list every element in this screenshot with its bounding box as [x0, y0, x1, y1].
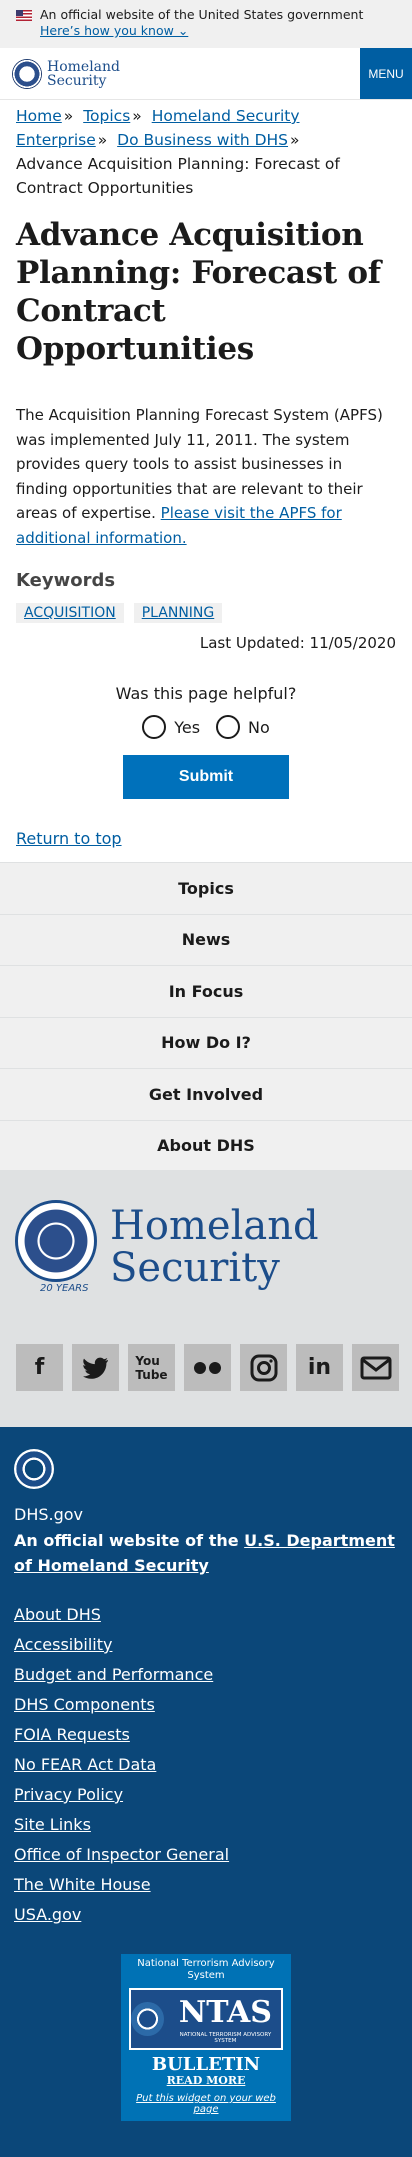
official-statement: An official website of the U.S. Departme… — [14, 1528, 398, 1578]
footer-link-about-dhs[interactable]: About DHS — [14, 1600, 398, 1630]
official-prefix: An official website of the — [14, 1531, 245, 1550]
dhs-logo-link[interactable]: Homeland Security — [0, 48, 120, 99]
ntas-widget[interactable]: National Terrorism Advisory System NTAS … — [121, 1954, 291, 2121]
yes-radio[interactable] — [142, 715, 167, 739]
keywords-heading: Keywords — [16, 570, 116, 591]
brand-logo-text[interactable]: Homeland Security — [110, 1205, 319, 1289]
footer-link-privacy[interactable]: Privacy Policy — [14, 1780, 398, 1810]
footer-nav-in-focus[interactable]: In Focus — [0, 965, 412, 1017]
no-radio[interactable] — [216, 715, 241, 739]
submit-button[interactable]: Submit — [123, 755, 289, 799]
footer-nav-news[interactable]: News — [0, 913, 412, 966]
footer-link-accessibility[interactable]: Accessibility — [14, 1630, 398, 1660]
instagram-icon[interactable] — [240, 1344, 287, 1391]
keyword-acquisition[interactable]: ACQUISITION — [16, 603, 124, 623]
twitter-icon[interactable] — [72, 1344, 119, 1391]
footer-links: About DHS Accessibility Budget and Perfo… — [14, 1600, 398, 1930]
logo-line2: Security — [47, 72, 107, 89]
yes-choice[interactable]: Yes — [142, 715, 200, 739]
footer-link-oig[interactable]: Office of Inspector General — [14, 1840, 398, 1870]
feedback-question: Was this page helpful? — [115, 684, 297, 703]
footer-nav-how-do-i[interactable]: How Do I? — [0, 1016, 412, 1069]
logo-line1: Homeland — [47, 58, 121, 75]
return-to-top-link[interactable]: Return to top — [16, 829, 122, 848]
breadcrumb-separator: » — [290, 131, 300, 149]
keywords-list: ACQUISITION PLANNING — [0, 591, 412, 623]
brand-line2: Security — [110, 1245, 280, 1291]
logo-text: Homeland Security — [47, 60, 120, 88]
ntas-subtitle: NATIONAL TERRORISM ADVISORY SYSTEM — [179, 2031, 272, 2044]
brand-line1: Homeland — [110, 1203, 319, 1249]
brand-band: 20 YEARS Homeland Security f You Tube in — [0, 1171, 412, 1427]
ntas-logo: NTAS NATIONAL TERRORISM ADVISORY SYSTEM — [129, 1988, 283, 2050]
return-to-top: Return to top — [0, 799, 412, 848]
footer-link-usa-gov[interactable]: USA.gov — [14, 1900, 398, 1930]
facebook-icon[interactable]: f — [16, 1344, 63, 1391]
no-choice[interactable]: No — [216, 715, 270, 739]
keyword-planning[interactable]: PLANNING — [133, 603, 223, 623]
dhs-seal-footer-icon — [14, 1449, 54, 1489]
footer-blue: DHS.gov An official website of the U.S. … — [0, 1427, 412, 2157]
us-flag-icon — [16, 9, 32, 21]
menu-button[interactable]: MENU — [360, 48, 412, 99]
footer-link-no-fear[interactable]: No FEAR Act Data — [14, 1750, 398, 1780]
breadcrumb-separator: » — [132, 107, 142, 125]
footer-nav-topics[interactable]: Topics — [0, 862, 412, 914]
ntas-brand: NTAS — [178, 1994, 272, 2030]
social-links: f You Tube in — [16, 1344, 399, 1391]
ntas-seal-icon — [131, 2002, 164, 2036]
breadcrumb-separator: » — [63, 107, 74, 125]
dhs-gov-text: DHS.gov — [14, 1505, 84, 1524]
yes-label: Yes — [174, 717, 201, 737]
email-icon[interactable] — [352, 1344, 399, 1391]
breadcrumb-home[interactable]: Home — [16, 107, 62, 125]
last-updated: Last Updated: 11/05/2020 — [199, 634, 396, 652]
ntas-bulletin: BULLETIN — [151, 2054, 261, 2075]
no-label: No — [248, 717, 270, 737]
linkedin-icon[interactable]: in — [296, 1344, 343, 1391]
page-body: The Acquisition Planning Forecast System… — [0, 368, 412, 550]
official-site-text: An official website of the United States… — [40, 7, 364, 22]
footer-link-foia[interactable]: FOIA Requests — [14, 1720, 398, 1750]
seal-years-text: 20 YEARS — [40, 1283, 89, 1294]
flickr-icon[interactable] — [184, 1344, 231, 1391]
breadcrumb-current: Advance Acquisition Planning: Forecast o… — [16, 155, 340, 197]
footer-link-components[interactable]: DHS Components — [14, 1690, 398, 1720]
heres-how-you-know-link[interactable]: Here’s how you know ⌄ — [40, 23, 396, 39]
footer-nav-get-involved[interactable]: Get Involved — [0, 1068, 412, 1120]
ntas-read-more[interactable]: READ MORE — [125, 2074, 287, 2087]
page-title: Advance Acquisition Planning: Forecast o… — [16, 217, 381, 367]
footer-link-site-links[interactable]: Site Links — [14, 1810, 398, 1840]
breadcrumb: Home» Topics» Homeland Security Enterpri… — [0, 100, 412, 200]
breadcrumb-do-business[interactable]: Do Business with DHS — [117, 131, 288, 149]
dhs-seal-icon — [12, 58, 42, 89]
dhs-seal-large-icon — [15, 1200, 97, 1282]
ntas-heading: National Terrorism Advisory System — [137, 1958, 275, 1981]
site-header: Homeland Security MENU — [0, 48, 412, 100]
breadcrumb-separator: » — [97, 131, 108, 149]
footer-link-white-house[interactable]: The White House — [14, 1870, 398, 1900]
ntas-widget-link[interactable]: Put this widget on your web page — [125, 2093, 287, 2115]
youtube-icon[interactable]: You Tube — [128, 1344, 175, 1391]
footer-nav: Topics News In Focus How Do I? Get Invol… — [0, 862, 412, 1171]
breadcrumb-topics[interactable]: Topics — [83, 107, 130, 125]
feedback-choices: Yes No — [0, 715, 412, 739]
gov-banner: An official website of the United States… — [0, 0, 412, 48]
footer-link-budget[interactable]: Budget and Performance — [14, 1660, 398, 1690]
footer-nav-about-dhs[interactable]: About DHS — [0, 1119, 412, 1171]
